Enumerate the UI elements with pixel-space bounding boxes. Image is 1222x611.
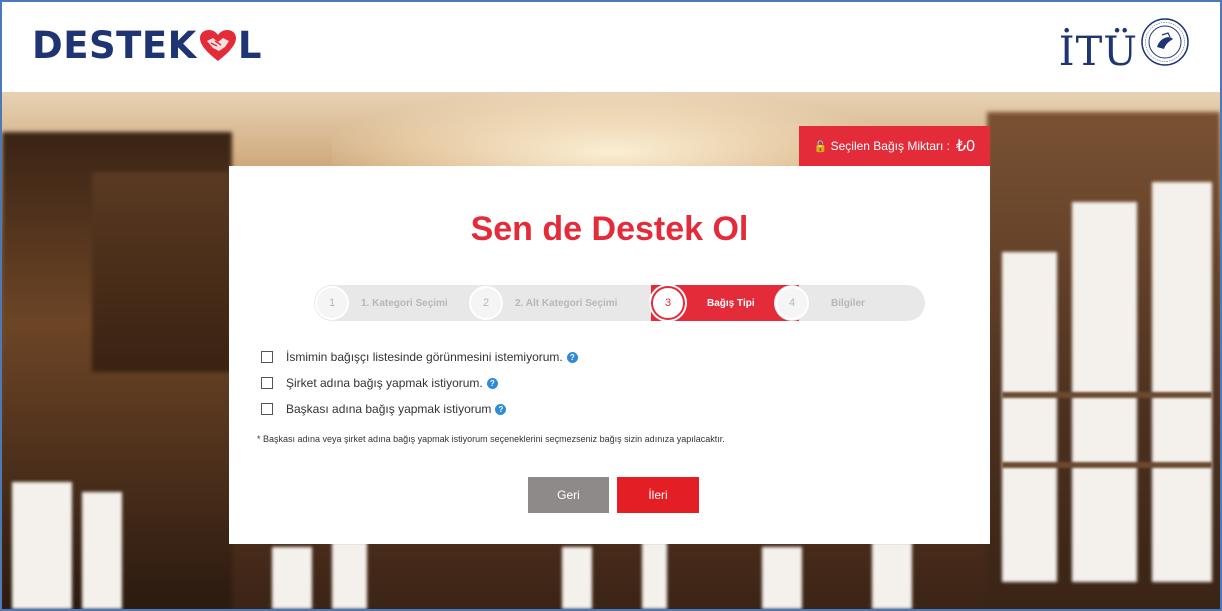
destekol-logo[interactable]: DESTEK L [32,22,262,68]
step-2[interactable]: 2 2. Alt Kategori Seçimi [469,285,617,321]
itu-logo[interactable]: İTÜ [1059,12,1190,72]
on-behalf-label: Başkası adına bağış yapmak istiyorum [286,402,492,416]
title-bold: Destek Ol [591,210,749,248]
heart-handshake-icon [199,30,236,61]
selected-donation-badge: 🔓 Seçilen Bağış Miktarı : ₺0 [799,126,990,166]
next-button[interactable]: İleri [617,477,699,513]
help-icon[interactable]: ? [566,351,578,363]
unlock-icon: 🔓 [813,140,828,153]
option-on-behalf-donation[interactable]: Başkası adına bağış yapmak istiyorum ? [261,396,578,422]
step-3-label: Bağış Tipi [707,297,755,309]
title-prefix: Sen de [470,210,592,248]
donation-options: İsmimin bağışçı listesinde görünmesini i… [261,344,578,422]
wizard-stepper: 1 1. Kategori Seçimi 2 2. Alt Kategori S… [315,285,925,321]
step-1-number: 1 [315,286,349,320]
donation-amount-label: Seçilen Bağış Miktarı : [830,139,950,153]
itu-seal-icon [1141,18,1189,66]
step-4-label: Bilgiler [831,297,865,309]
logo-text-right: L [237,23,262,67]
step-1[interactable]: 1 1. Kategori Seçimi [315,285,448,321]
itu-logo-text: İTÜ [1058,29,1138,75]
info-note: * Başkası adına veya şirket adına bağış … [257,434,725,444]
site-header: DESTEK L İTÜ [2,2,1220,92]
hide-name-checkbox[interactable] [261,351,273,363]
donation-wizard-card: Sen de Destek Ol 1 1. Kategori Seçimi 2 … [229,166,990,544]
page-title: Sen de Destek Ol [229,210,990,249]
step-4[interactable]: 4 Bilgiler [775,285,865,321]
step-4-number: 4 [775,286,809,320]
help-icon[interactable]: ? [495,403,507,415]
step-1-label: 1. Kategori Seçimi [361,297,448,309]
step-2-number: 2 [469,286,503,320]
help-icon[interactable]: ? [486,377,498,389]
back-button[interactable]: Geri [528,477,609,513]
on-behalf-checkbox[interactable] [261,403,273,415]
hide-name-label: İsmimin bağışçı listesinde görünmesini i… [286,350,563,364]
donation-amount-value: ₺0 [956,138,976,155]
step-3-number: 3 [651,286,685,320]
step-2-label: 2. Alt Kategori Seçimi [515,297,618,309]
option-company-donation[interactable]: Şirket adına bağış yapmak istiyorum. ? [261,370,578,396]
company-donation-checkbox[interactable] [261,377,273,389]
logo-text-left: DESTEK [32,23,197,67]
company-donation-label: Şirket adına bağış yapmak istiyorum. [286,376,483,390]
browser-frame: DESTEK L İTÜ 🔓 Seçilen Bağış Miktarı: ₺… [0,0,1222,611]
option-hide-name[interactable]: İsmimin bağışçı listesinde görünmesini i… [261,344,578,370]
